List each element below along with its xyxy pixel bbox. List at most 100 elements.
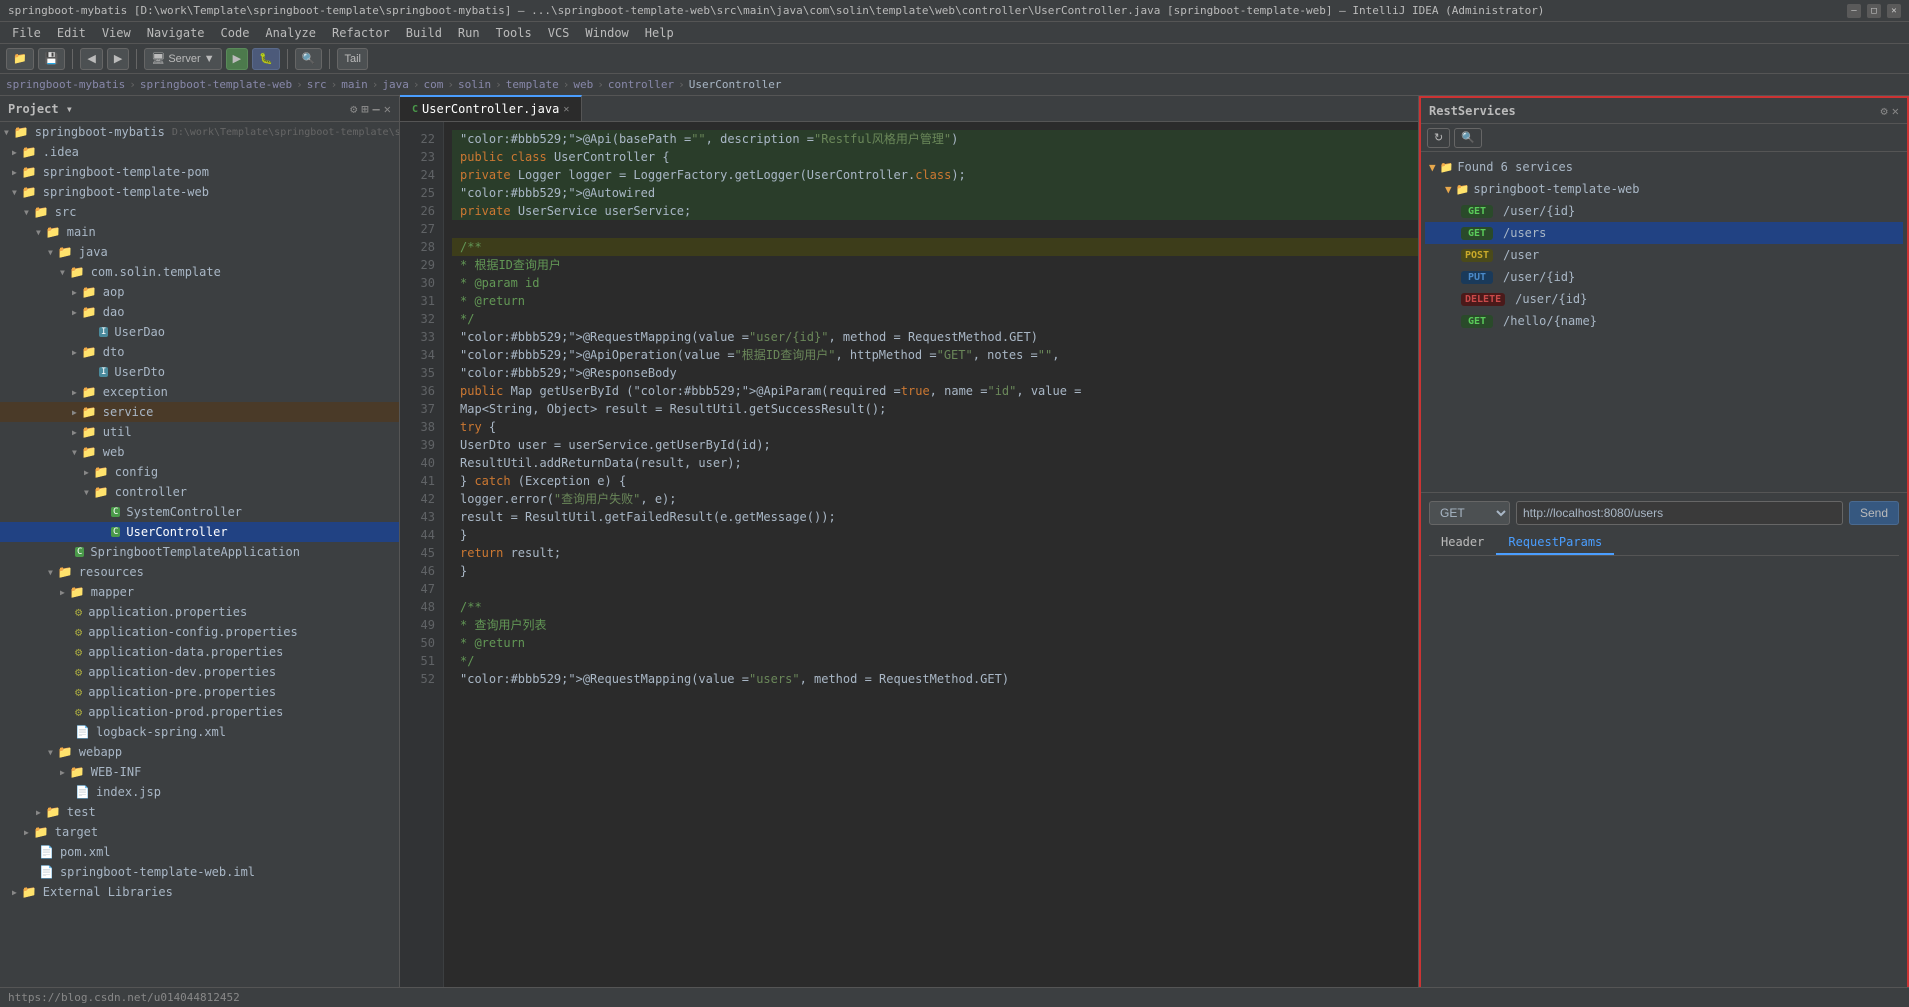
code-line[interactable]: /**	[452, 238, 1418, 256]
menu-item-help[interactable]: Help	[637, 24, 682, 42]
breadcrumb-item[interactable]: springboot-template-web	[140, 78, 292, 91]
sidebar-tree-item[interactable]: ▼📁com.solin.template	[0, 262, 399, 282]
sidebar-tree-item[interactable]: CSpringbootTemplateApplication	[0, 542, 399, 562]
close-btn[interactable]: ✕	[1887, 4, 1901, 18]
rest-refresh-btn[interactable]: ↻	[1427, 128, 1450, 148]
toolbar-server-btn[interactable]: 🖥 Server ▼	[144, 48, 221, 70]
code-line[interactable]: }	[452, 562, 1418, 580]
sidebar-tree-item[interactable]: 📄logback-spring.xml	[0, 722, 399, 742]
menu-item-analyze[interactable]: Analyze	[257, 24, 324, 42]
code-line[interactable]: * @return	[452, 292, 1418, 310]
sidebar-tree-item[interactable]: ⚙application-pre.properties	[0, 682, 399, 702]
code-line[interactable]: ResultUtil.addReturnData(result, user);	[452, 454, 1418, 472]
rest-gear-icon[interactable]: ⚙	[1881, 104, 1888, 118]
sidebar-tree-item[interactable]: ⚙application.properties	[0, 602, 399, 622]
sidebar-tree-item[interactable]: ▼📁resources	[0, 562, 399, 582]
sidebar-tree-item[interactable]: ▶📁External Libraries	[0, 882, 399, 902]
code-line[interactable]: "color:#bbb529;">@RequestMapping(value =…	[452, 328, 1418, 346]
code-line[interactable]: return result;	[452, 544, 1418, 562]
code-line[interactable]: try {	[452, 418, 1418, 436]
sidebar-tree-item[interactable]: ▶📁exception	[0, 382, 399, 402]
breadcrumb-item[interactable]: java	[382, 78, 409, 91]
sidebar-tree-item[interactable]: IUserDto	[0, 362, 399, 382]
menu-item-file[interactable]: File	[4, 24, 49, 42]
menu-item-build[interactable]: Build	[398, 24, 450, 42]
menu-item-navigate[interactable]: Navigate	[139, 24, 213, 42]
sidebar-tree-item[interactable]: ▶📁dao	[0, 302, 399, 322]
code-line[interactable]: */	[452, 652, 1418, 670]
request-params-tab[interactable]: RequestParams	[1496, 531, 1614, 555]
rest-close-icon[interactable]: ✕	[1892, 104, 1899, 118]
rest-search-btn[interactable]: 🔍	[1454, 128, 1482, 148]
sidebar-tree-item[interactable]: ▶📁.idea	[0, 142, 399, 162]
code-line[interactable]: * 查询用户列表	[452, 616, 1418, 634]
sidebar-tree-item[interactable]: ▼📁src	[0, 202, 399, 222]
rest-service-item[interactable]: GET/user/{id}	[1425, 200, 1903, 222]
code-line[interactable]: "color:#bbb529;">@Autowired	[452, 184, 1418, 202]
breadcrumb-item[interactable]: springboot-mybatis	[6, 78, 125, 91]
sidebar-tree-item[interactable]: IUserDao	[0, 322, 399, 342]
code-line[interactable]: result = ResultUtil.getFailedResult(e.ge…	[452, 508, 1418, 526]
toolbar-run-btn[interactable]: ▶	[226, 48, 248, 70]
sidebar-tree-item[interactable]: ▶📁springboot-template-pom	[0, 162, 399, 182]
sidebar-tree-item[interactable]: ⚙application-config.properties	[0, 622, 399, 642]
sidebar-tree-item[interactable]: ▼📁springboot-template-web	[0, 182, 399, 202]
sidebar-tree-item[interactable]: ⚙application-prod.properties	[0, 702, 399, 722]
sidebar-minimize-icon[interactable]: —	[373, 102, 380, 116]
code-line[interactable]: */	[452, 310, 1418, 328]
code-line[interactable]: UserDto user = userService.getUserById(i…	[452, 436, 1418, 454]
toolbar-search-btn[interactable]: 🔍	[295, 48, 323, 70]
rest-service-item[interactable]: GET/users	[1425, 222, 1903, 244]
code-line[interactable]: } catch (Exception e) {	[452, 472, 1418, 490]
menu-item-view[interactable]: View	[94, 24, 139, 42]
sidebar-tree-item[interactable]: 📄index.jsp	[0, 782, 399, 802]
menu-item-code[interactable]: Code	[213, 24, 258, 42]
sidebar-tree-item[interactable]: ▼📁web	[0, 442, 399, 462]
breadcrumb-item[interactable]: web	[573, 78, 593, 91]
sidebar-gear-icon[interactable]: ⚙	[350, 102, 357, 116]
sidebar-layout-icon[interactable]: ⊞	[361, 102, 368, 116]
method-select[interactable]: GET POST PUT DELETE	[1429, 501, 1510, 525]
menu-item-run[interactable]: Run	[450, 24, 488, 42]
toolbar-debug-btn[interactable]: 🐛	[252, 48, 280, 70]
toolbar-open-btn[interactable]: 📁	[6, 48, 34, 70]
sidebar-tree-item[interactable]: 📄springboot-template-web.iml	[0, 862, 399, 882]
sidebar-tree-item[interactable]: ▼📁java	[0, 242, 399, 262]
menu-item-vcs[interactable]: VCS	[540, 24, 578, 42]
sidebar-tree-item[interactable]: ▼📁webapp	[0, 742, 399, 762]
toolbar-tail-btn[interactable]: Tail	[337, 48, 368, 70]
code-line[interactable]: private Logger logger = LoggerFactory.ge…	[452, 166, 1418, 184]
sidebar-tree-item[interactable]: ⚙application-data.properties	[0, 642, 399, 662]
code-line[interactable]: /**	[452, 598, 1418, 616]
sidebar-tree-item[interactable]: ⚙application-dev.properties	[0, 662, 399, 682]
sidebar-tree-item[interactable]: ▶📁target	[0, 822, 399, 842]
breadcrumb-item[interactable]: src	[307, 78, 327, 91]
toolbar-forward-btn[interactable]: ▶	[107, 48, 129, 70]
maximize-btn[interactable]: □	[1867, 4, 1881, 18]
code-line[interactable]: public Map getUserById ("color:#bbb529;"…	[452, 382, 1418, 400]
code-line[interactable]	[452, 580, 1418, 598]
code-line[interactable]: "color:#bbb529;">@ApiOperation(value = "…	[452, 346, 1418, 364]
sidebar-tree-item[interactable]: ▶📁WEB-INF	[0, 762, 399, 782]
code-line[interactable]: Map<String, Object> result = ResultUtil.…	[452, 400, 1418, 418]
code-content[interactable]: "color:#bbb529;">@Api(basePath = "", des…	[444, 122, 1418, 987]
breadcrumb-item[interactable]: template	[506, 78, 559, 91]
breadcrumb-item[interactable]: main	[341, 78, 368, 91]
sidebar-close-icon[interactable]: ✕	[384, 102, 391, 116]
sidebar-tree-item[interactable]: ▶📁dto	[0, 342, 399, 362]
code-line[interactable]: * @param id	[452, 274, 1418, 292]
rest-service-item[interactable]: POST/user	[1425, 244, 1903, 266]
sidebar-tree-item[interactable]: CSystemController	[0, 502, 399, 522]
rest-service-item[interactable]: DELETE/user/{id}	[1425, 288, 1903, 310]
code-line[interactable]: }	[452, 526, 1418, 544]
toolbar-save-btn[interactable]: 💾	[38, 48, 66, 70]
code-line[interactable]: public class UserController {	[452, 148, 1418, 166]
sidebar-tree-item[interactable]: ▶📁mapper	[0, 582, 399, 602]
rest-service-item[interactable]: GET/hello/{name}	[1425, 310, 1903, 332]
code-line[interactable]: "color:#bbb529;">@Api(basePath = "", des…	[452, 130, 1418, 148]
send-button[interactable]: Send	[1849, 501, 1899, 525]
sidebar-tree-item[interactable]: ▼📁springboot-mybatisD:\work\Template\spr…	[0, 122, 399, 142]
breadcrumb-item[interactable]: solin	[458, 78, 491, 91]
toolbar-back-btn[interactable]: ◀	[80, 48, 102, 70]
code-line[interactable]: "color:#bbb529;">@RequestMapping(value =…	[452, 670, 1418, 688]
